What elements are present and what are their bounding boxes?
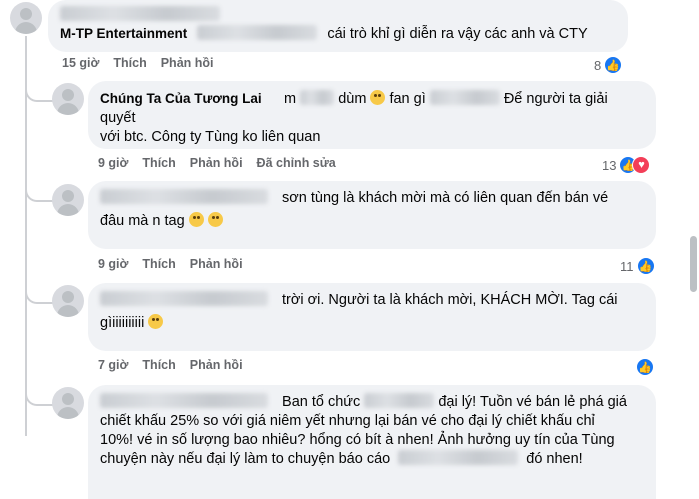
comment-text: sơn tùng là khách mời mà có liên quan đế… — [282, 190, 609, 206]
comment-actions: 9 giờ Thích Phản hồi — [98, 257, 243, 271]
comment-bubble: trời ơi. Người ta là khách mời, KHÁCH MỜ… — [88, 283, 656, 351]
comment-bubble: Chúng Ta Của Tương Lai m dùm fan gì Để n… — [88, 81, 656, 149]
dizzy-emoji-icon — [188, 212, 204, 227]
comment-text: chuyện này nếu đại lý làm to chuyện báo … — [100, 451, 391, 467]
like-reaction-icon: 👍 — [636, 358, 654, 376]
comment-text: dùm — [338, 91, 367, 107]
comment-time[interactable]: 9 giờ — [98, 257, 128, 271]
comment-actions: 15 giờ Thích Phản hồi — [62, 56, 214, 70]
comment-time[interactable]: 15 giờ — [62, 56, 99, 70]
reaction-count: 13 — [602, 157, 617, 173]
avatar[interactable] — [10, 2, 42, 34]
reply-button[interactable]: Phản hồi — [161, 56, 214, 70]
thread-branch — [25, 180, 53, 202]
comment-bubble: M-TP Entertainment cái trò khỉ gì diễn r… — [48, 0, 628, 52]
comment-text: fan gì — [389, 91, 426, 107]
avatar[interactable] — [52, 83, 84, 115]
worried-emoji-icon — [148, 314, 164, 329]
comment-text: đại lý! Tuồn vé bán lẻ phá giá — [438, 394, 627, 410]
comment-actions: 9 giờ Thích Phản hồi Đã chỉnh sửa — [98, 156, 336, 170]
like-reaction-icon: 👍 — [636, 257, 655, 275]
reply-button[interactable]: Phản hồi — [190, 257, 243, 271]
reaction-summary[interactable]: 8 👍 — [594, 55, 623, 75]
comment-text: cái trò khỉ gì diễn ra vậy các anh và CT… — [327, 26, 588, 42]
comment-text: Ban tổ chức — [282, 394, 361, 410]
scrollbar[interactable] — [690, 236, 697, 292]
love-reaction-icon: ♥ — [632, 156, 651, 174]
reaction-summary[interactable]: 👍 — [636, 357, 654, 377]
blurred-text — [300, 90, 335, 105]
comment-text: trời ơi. Người ta là khách mời, KHÁCH MỜ… — [282, 292, 618, 308]
reaction-summary[interactable]: 13 👍 ♥ — [602, 155, 651, 175]
reaction-count: 8 — [594, 57, 602, 73]
blurred-text — [429, 90, 500, 105]
thread-branch — [25, 80, 53, 102]
comment-text: với btc. Công ty Tùng ko liên quan — [100, 129, 321, 145]
comment-actions: 7 giờ Thích Phản hồi — [98, 358, 243, 372]
thread-branch — [25, 384, 53, 406]
reaction-summary[interactable]: 11 👍 — [620, 256, 655, 276]
avatar[interactable] — [52, 184, 84, 216]
comment-text: đó nhen! — [526, 451, 583, 467]
blurred-name — [100, 291, 268, 306]
reply-button[interactable]: Phản hồi — [190, 358, 243, 372]
comment-time[interactable]: 9 giờ — [98, 156, 128, 170]
thread-branch — [25, 282, 53, 304]
like-button[interactable]: Thích — [142, 358, 175, 372]
like-reaction-icon: 👍 — [604, 56, 623, 74]
comment-text: chiết khấu 25% so với giá niêm yết nhưng… — [100, 413, 595, 429]
comment-text: m — [284, 91, 297, 107]
smile-emoji-icon — [370, 90, 386, 105]
comment-bubble: Ban tổ chức đại lý! Tuồn vé bán lẻ phá g… — [88, 385, 656, 499]
blurred-text — [197, 25, 318, 40]
comment-time[interactable]: 7 giờ — [98, 358, 128, 372]
comment-text: 10%! vé in số lượng bao nhiêu? hổng có b… — [100, 432, 615, 448]
comment-text: gìiiiiiiiiii — [100, 315, 145, 331]
like-button[interactable]: Thích — [142, 156, 175, 170]
avatar[interactable] — [52, 387, 84, 419]
reaction-count: 11 — [620, 258, 634, 274]
reply-button[interactable]: Phản hồi — [190, 156, 243, 170]
edited-label[interactable]: Đã chỉnh sửa — [257, 156, 336, 170]
comment-text: đâu mà n tag — [100, 213, 185, 229]
blurred-name — [100, 393, 268, 408]
blurred-name — [100, 189, 268, 204]
like-button[interactable]: Thích — [142, 257, 175, 271]
comment-bubble: sơn tùng là khách mời mà có liên quan đế… — [88, 181, 656, 249]
blurred-text — [398, 450, 519, 465]
avatar[interactable] — [52, 285, 84, 317]
blurred-text — [364, 393, 435, 408]
like-button[interactable]: Thích — [113, 56, 146, 70]
laughing-emoji-icon — [207, 212, 223, 227]
blurred-name — [60, 6, 220, 21]
comment-author[interactable]: M-TP Entertainment — [60, 26, 187, 41]
